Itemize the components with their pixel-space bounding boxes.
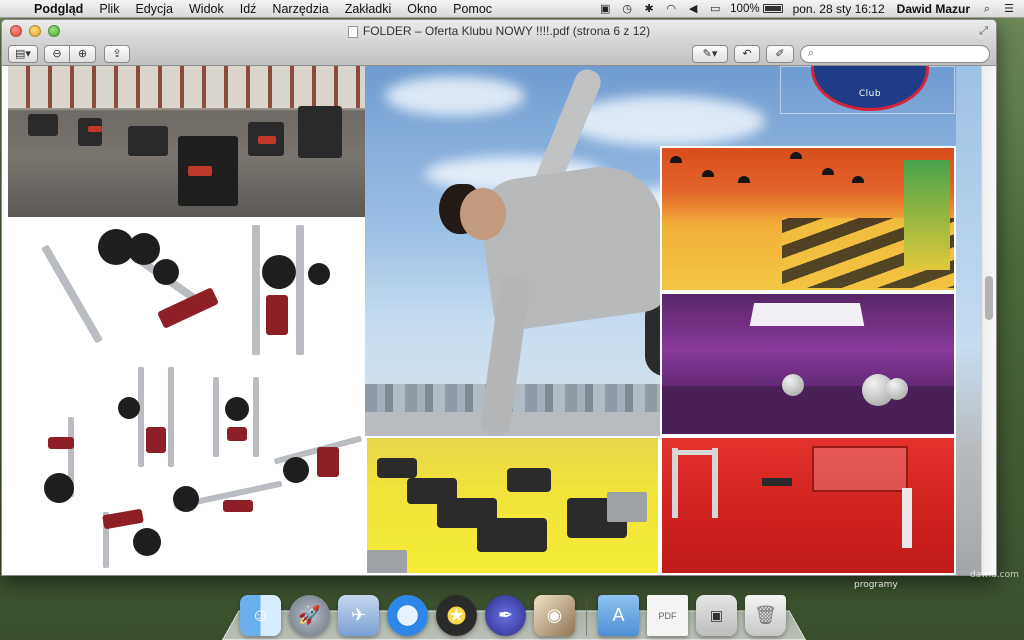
zoom-in-button[interactable]: ⊕	[70, 44, 96, 63]
window-controls	[10, 25, 60, 37]
battery-percent: 100%	[730, 2, 760, 15]
time-machine-icon[interactable]: ◷	[616, 0, 638, 18]
rotate-button[interactable]: ↶	[734, 44, 760, 63]
wifi-icon[interactable]: ◠	[660, 0, 682, 18]
window-title: FOLDER – Oferta Klubu NOWY !!!!.pdf (str…	[362, 24, 651, 38]
lateral-machine	[173, 472, 283, 542]
launchpad-icon[interactable]: 🚀	[289, 595, 330, 636]
page-edge-photo	[956, 66, 982, 575]
title-bar[interactable]: FOLDER – Oferta Klubu NOWY !!!!.pdf (str…	[2, 20, 996, 42]
dock-separator	[586, 598, 587, 636]
preview-icon[interactable]: ✈	[338, 595, 379, 636]
club-logo-box: Club	[780, 66, 955, 114]
imovie-icon[interactable]: ★	[436, 595, 477, 636]
menu-app-preview[interactable]: Podgląd	[28, 0, 91, 18]
status-area: ▣ ◷ ✱ ◠ ◀ ▭ 100% pon. 28 sty 16:12 Dawid…	[594, 0, 1024, 18]
menu-help[interactable]: Pomoc	[445, 0, 500, 18]
leg-curl-machine	[93, 502, 183, 572]
bluetooth-icon[interactable]: ✱	[638, 0, 660, 18]
desktop-watermark: dawid.com	[970, 570, 1019, 580]
club-logo: Club	[811, 66, 929, 111]
gym-floor-photo	[8, 66, 365, 217]
gym-windows	[8, 66, 365, 108]
incline-press-machine	[273, 427, 363, 507]
menu-items: Podgląd Plik Edycja Widok Idź Narzędzia …	[28, 0, 500, 18]
weights-room-red-photo	[660, 436, 956, 575]
trash-icon[interactable]: 🗑	[745, 595, 786, 636]
pdf-document-dock-icon[interactable]: PDF	[647, 595, 688, 636]
preview-window: FOLDER – Oferta Klubu NOWY !!!!.pdf (str…	[1, 19, 997, 576]
search-input[interactable]	[818, 47, 969, 60]
iphoto-icon[interactable]: ◉	[534, 595, 575, 636]
shoulder-press-machine	[118, 367, 198, 477]
volume-icon[interactable]: ◀	[682, 0, 704, 18]
menu-go[interactable]: Idź	[232, 0, 265, 18]
menu-bar: Podgląd Plik Edycja Widok Idź Narzędzia …	[0, 0, 1024, 18]
s-box-icon[interactable]: ▣	[594, 0, 616, 18]
battery-icon	[762, 4, 783, 13]
vertical-scrollbar[interactable]	[981, 66, 996, 575]
zoom-button[interactable]	[48, 25, 60, 37]
preview-window-thumbnail-icon[interactable]: ▣	[696, 595, 737, 636]
sidebar-view-button[interactable]: ▤▾	[8, 44, 38, 63]
desktop-item-label[interactable]: programy	[854, 580, 898, 590]
notification-center-icon[interactable]: ☰	[998, 0, 1020, 18]
leg-press-machine	[41, 229, 228, 359]
chest-press-machine	[236, 225, 336, 365]
share-button[interactable]: ⇪	[104, 44, 130, 63]
safari-icon[interactable]	[387, 595, 428, 636]
search-icon: ⌕	[808, 47, 815, 59]
fullscreen-icon[interactable]: ⤢	[979, 25, 988, 38]
fitness-room-purple-photo	[660, 292, 956, 436]
row-machine	[38, 417, 118, 507]
menu-bookmarks[interactable]: Zakładki	[337, 0, 400, 18]
battery-indicator[interactable]: 100%	[726, 3, 786, 15]
spotlight-icon[interactable]: ⌕	[976, 0, 998, 18]
pdf-page[interactable]: Club	[2, 66, 982, 575]
close-button[interactable]	[10, 25, 22, 37]
toolbar: ▤▾ ⊖ ⊕ ⇪ ✎▾ ↶ ✐ ⌕	[2, 42, 996, 66]
pdf-document-icon[interactable]	[347, 26, 358, 38]
pulldown-machine	[203, 377, 283, 467]
user-name[interactable]: Dawid Mazur	[891, 0, 976, 18]
pencil-app-icon[interactable]: ✒	[485, 595, 526, 636]
minimize-button[interactable]	[29, 25, 41, 37]
dock: ☺ 🚀 ✈ ★ ✒ ◉ A PDF ▣ 🗑	[240, 584, 796, 636]
menu-tools[interactable]: Narzędzia	[264, 0, 336, 18]
logo-text: Club	[858, 89, 882, 99]
clock[interactable]: pon. 28 sty 16:12	[787, 0, 891, 18]
cardio-room-yellow-photo	[365, 436, 660, 575]
menu-window[interactable]: Okno	[399, 0, 445, 18]
display-icon[interactable]: ▭	[704, 0, 726, 18]
applications-folder-icon[interactable]: A	[598, 595, 639, 636]
zoom-group: ⊖ ⊕	[44, 44, 96, 63]
menu-edit[interactable]: Edycja	[127, 0, 181, 18]
scrollbar-thumb[interactable]	[985, 276, 993, 320]
menu-file[interactable]: Plik	[91, 0, 127, 18]
menu-view[interactable]: Widok	[181, 0, 232, 18]
finder-icon[interactable]: ☺	[240, 595, 281, 636]
equipment-illustrations	[8, 217, 365, 575]
annotate-button[interactable]: ✎▾	[692, 44, 728, 63]
zoom-out-button[interactable]: ⊖	[44, 44, 70, 63]
cardio-hall-orange-photo	[660, 146, 956, 292]
edit-toolbar-button[interactable]: ✐	[766, 44, 794, 63]
search-field[interactable]: ⌕	[800, 44, 990, 63]
